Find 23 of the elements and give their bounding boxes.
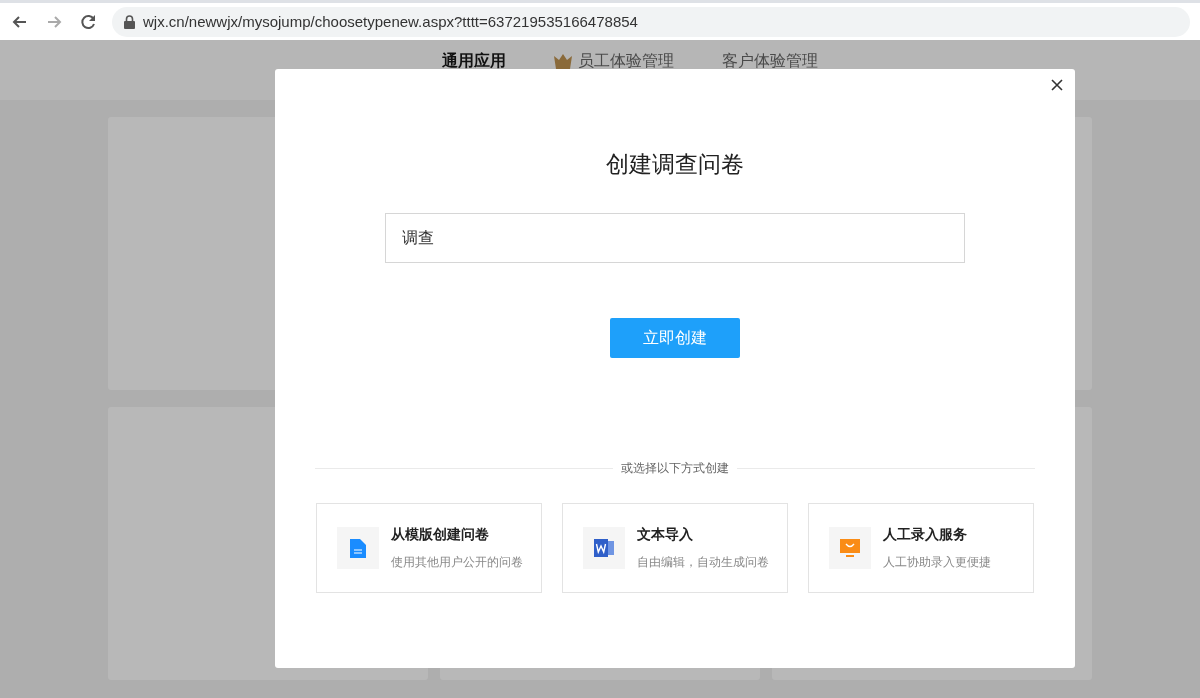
nav-tab[interactable]: 客户体验管理	[722, 51, 818, 72]
input-field[interactable]: 调查	[385, 213, 965, 263]
crown-icon	[554, 54, 572, 69]
option-title: 从模版创建问卷	[391, 525, 490, 544]
option-title: 人工录入服务	[883, 525, 968, 544]
option-card[interactable]: 文本导入 自由编辑，自动生成问卷	[562, 503, 788, 593]
option-card[interactable]: 从模版创建问卷 使用其他用户公开的问卷	[316, 503, 542, 593]
option-description: 使用其他用户公开的问卷	[391, 553, 523, 571]
option-description: 自由编辑，自动生成问卷	[637, 553, 769, 571]
option-card[interactable]: 人工录入服务 人工协助录入更便捷	[808, 503, 1034, 593]
word-icon	[594, 539, 614, 557]
address-bar[interactable]: wjx.cn/newwjx/mysojump/choosetypenew.aspx?tttt=637219535166478854	[112, 6, 1190, 37]
dialog-title: 创建调查问卷	[606, 150, 744, 179]
nav-tab[interactable]: 通用应用	[442, 51, 506, 72]
option-title: 文本导入	[637, 525, 694, 544]
url-text: wjx.cn/newwjx/mysojump/choosetypenew.aspx?tttt=637219535166478854	[143, 13, 638, 30]
close-icon[interactable]	[1049, 77, 1065, 93]
document-icon	[350, 538, 366, 558]
divider-text: 或选择以下方式创建	[621, 460, 729, 477]
monitor-icon	[840, 539, 860, 557]
lock-icon	[124, 14, 135, 29]
nav-tab[interactable]: 员工体验管理	[554, 51, 674, 72]
option-description: 人工协助录入更便捷	[883, 553, 991, 571]
